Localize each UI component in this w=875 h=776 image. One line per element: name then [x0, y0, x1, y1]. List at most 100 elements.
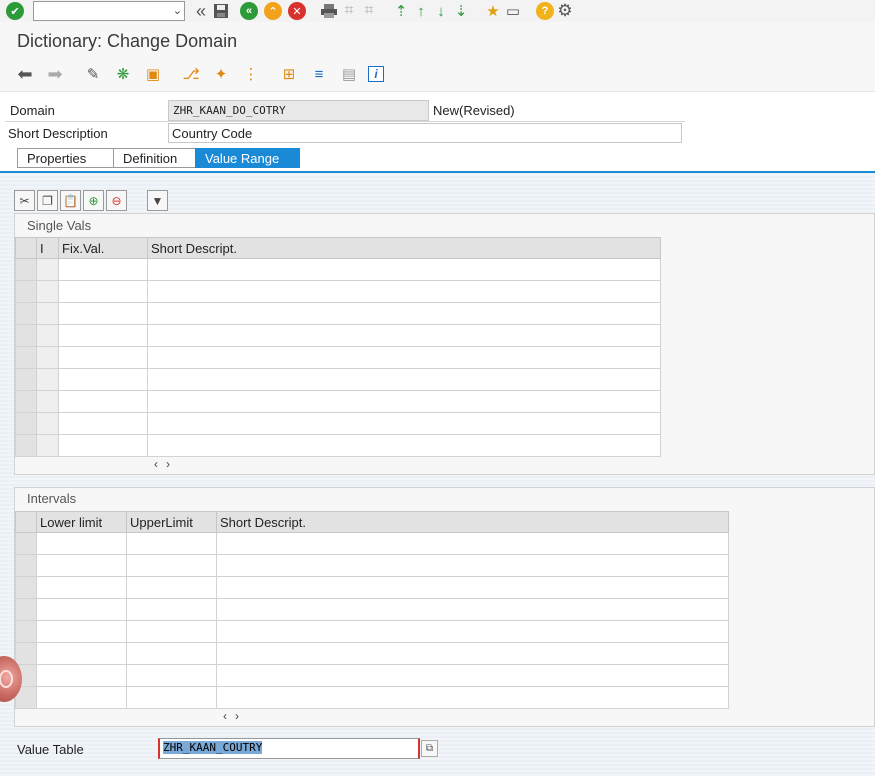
- hierarchy-icon[interactable]: ⋮: [240, 63, 262, 85]
- column-header[interactable]: Fix.Val.: [58, 237, 148, 259]
- table-cell[interactable]: [36, 532, 127, 555]
- table-cell[interactable]: [36, 598, 127, 621]
- table-cell[interactable]: [36, 324, 59, 347]
- forward-arrow-icon[interactable]: ➡: [44, 63, 66, 85]
- table-cell[interactable]: [36, 686, 127, 709]
- settings-icon[interactable]: ⚙: [555, 1, 575, 21]
- row-selector-header[interactable]: [15, 511, 37, 533]
- table-cell[interactable]: [58, 390, 148, 413]
- table-cell[interactable]: [126, 532, 217, 555]
- table-cell[interactable]: [58, 346, 148, 369]
- prev-page-icon[interactable]: ↑: [411, 1, 431, 21]
- table-cell[interactable]: [58, 368, 148, 391]
- shortcut-icon[interactable]: ▭: [503, 1, 523, 21]
- table-cell[interactable]: [216, 664, 729, 687]
- table-cell[interactable]: [147, 280, 661, 303]
- copy-icon[interactable]: ❐: [37, 190, 58, 211]
- table-cell[interactable]: [36, 620, 127, 643]
- new-session-icon[interactable]: ★: [483, 1, 503, 21]
- table-cell[interactable]: [126, 620, 217, 643]
- cancel-icon[interactable]: ✕: [287, 1, 307, 21]
- table-cell[interactable]: [126, 642, 217, 665]
- column-header[interactable]: Short Descript.: [216, 511, 729, 533]
- short-description-field[interactable]: Country Code: [168, 123, 682, 143]
- row-selector[interactable]: [15, 346, 37, 369]
- table-cell[interactable]: [36, 642, 127, 665]
- tab-definition[interactable]: Definition: [113, 148, 196, 168]
- table-cell[interactable]: [36, 554, 127, 577]
- value-help-icon[interactable]: ⧉: [421, 740, 438, 757]
- command-field[interactable]: ⌄: [33, 1, 185, 21]
- table-cell[interactable]: [216, 598, 729, 621]
- filter-icon[interactable]: ▼: [147, 190, 168, 211]
- scroll-left-icon[interactable]: ‹: [223, 709, 235, 723]
- back-nav-icon[interactable]: «: [191, 1, 211, 21]
- table-cell[interactable]: [126, 598, 217, 621]
- row-selector[interactable]: [15, 642, 37, 665]
- back-icon[interactable]: «: [239, 1, 259, 21]
- row-selector[interactable]: [15, 620, 37, 643]
- tab-properties[interactable]: Properties: [17, 148, 116, 168]
- first-page-icon[interactable]: ⇡: [391, 1, 411, 21]
- row-selector[interactable]: [15, 412, 37, 435]
- enter-icon[interactable]: ✔: [5, 1, 25, 21]
- table-cell[interactable]: [36, 412, 59, 435]
- scroll-right-icon[interactable]: ›: [166, 457, 178, 471]
- row-selector[interactable]: [15, 598, 37, 621]
- check-icon[interactable]: ▣: [142, 63, 164, 85]
- table-cell[interactable]: [58, 324, 148, 347]
- table-cell[interactable]: [36, 576, 127, 599]
- tab-value-range[interactable]: Value Range: [195, 148, 300, 168]
- back-arrow-icon[interactable]: ⬅: [14, 63, 36, 85]
- display-change-icon[interactable]: ✎: [82, 63, 104, 85]
- magic-wand-icon[interactable]: ✦: [210, 63, 232, 85]
- table-cell[interactable]: [216, 532, 729, 555]
- table-cell[interactable]: [36, 434, 59, 457]
- table-cell[interactable]: [36, 280, 59, 303]
- row-selector[interactable]: [15, 576, 37, 599]
- row-selector[interactable]: [15, 302, 37, 325]
- table-cell[interactable]: [216, 554, 729, 577]
- table-cell[interactable]: [36, 368, 59, 391]
- row-selector-header[interactable]: [15, 237, 37, 259]
- table-cell[interactable]: [58, 412, 148, 435]
- row-selector[interactable]: [15, 324, 37, 347]
- chevron-down-icon[interactable]: ⌄: [173, 4, 182, 17]
- table-cell[interactable]: [36, 346, 59, 369]
- paste-icon[interactable]: 📋: [60, 190, 81, 211]
- table-cell[interactable]: [36, 258, 59, 281]
- value-table-field[interactable]: ZHR_KAAN_COUTRY: [158, 738, 420, 759]
- activate-icon[interactable]: ❋: [112, 63, 134, 85]
- row-selector[interactable]: [15, 258, 37, 281]
- table-cell[interactable]: [216, 620, 729, 643]
- domain-field[interactable]: ZHR_KAAN_DO_COTRY: [168, 100, 429, 121]
- table-cell[interactable]: [216, 642, 729, 665]
- table-cell[interactable]: [147, 390, 661, 413]
- delete-row-icon[interactable]: ⊖: [106, 190, 127, 211]
- last-page-icon[interactable]: ⇣: [451, 1, 471, 21]
- scroll-right-icon[interactable]: ›: [235, 709, 247, 723]
- scroll-left-icon[interactable]: ‹: [154, 457, 166, 471]
- table-cell[interactable]: [126, 576, 217, 599]
- layout-icon[interactable]: ▤: [338, 63, 360, 85]
- insert-row-icon[interactable]: ⊕: [83, 190, 104, 211]
- object-list-icon[interactable]: ⊞: [278, 63, 300, 85]
- row-selector[interactable]: [15, 554, 37, 577]
- info-icon[interactable]: i: [368, 66, 384, 82]
- row-selector[interactable]: [15, 532, 37, 555]
- column-header[interactable]: I: [36, 237, 59, 259]
- column-header[interactable]: Lower limit: [36, 511, 127, 533]
- print-icon[interactable]: [319, 1, 339, 21]
- find-icon[interactable]: ⌗: [339, 1, 359, 21]
- row-selector[interactable]: [15, 368, 37, 391]
- table-cell[interactable]: [147, 412, 661, 435]
- cut-icon[interactable]: ✂: [14, 190, 35, 211]
- table-cell[interactable]: [147, 434, 661, 457]
- next-page-icon[interactable]: ↓: [431, 1, 451, 21]
- table-cell[interactable]: [36, 664, 127, 687]
- table-cell[interactable]: [147, 368, 661, 391]
- table-cell[interactable]: [36, 390, 59, 413]
- table-cell[interactable]: [147, 302, 661, 325]
- table-cell[interactable]: [216, 576, 729, 599]
- table-cell[interactable]: [126, 664, 217, 687]
